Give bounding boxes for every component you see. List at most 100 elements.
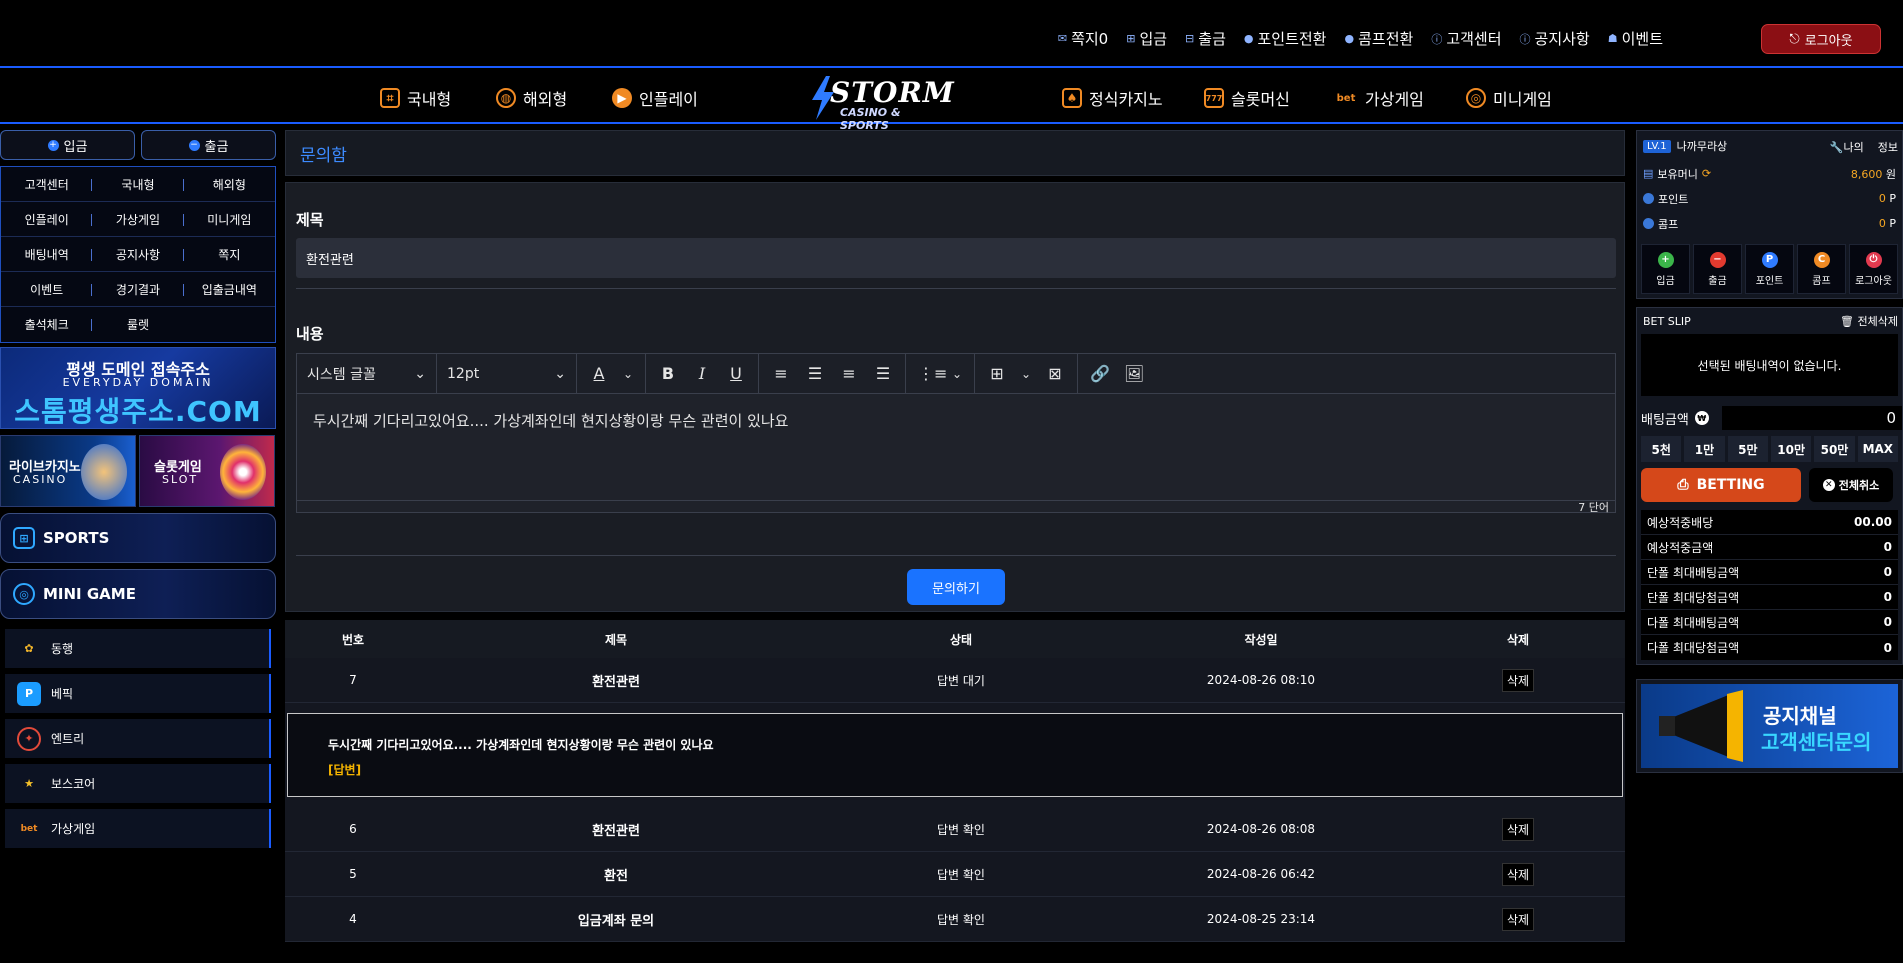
chevron-down-icon[interactable]: ⌄: [623, 367, 633, 381]
quick-link[interactable]: 이벤트: [1, 272, 93, 307]
bold-icon[interactable]: B: [658, 364, 678, 383]
top-link-notice[interactable]: ⓘ 공지사항: [1520, 28, 1590, 49]
align-left-icon[interactable]: ☰: [805, 364, 825, 383]
ext-link-boscore[interactable]: ★ 보스코어: [5, 764, 271, 803]
image-icon[interactable]: 🖼: [1124, 364, 1144, 383]
chip-button[interactable]: 1만: [1684, 436, 1725, 462]
table-row[interactable]: 4 입금계좌 문의 답변 확인 2024-08-25 23:14 삭제: [285, 897, 1625, 942]
quick-link[interactable]: 쪽지: [183, 237, 275, 272]
rich-text-editor: 시스템 글꼴 ⌄ 12pt ⌄ A ⌄ B I U ≡ ☰ ≡ ☰ ⋮≡ ⌄ ⊞…: [296, 353, 1616, 514]
nav-slot[interactable]: 777 슬롯머신: [1204, 86, 1290, 110]
row-title[interactable]: 환전: [421, 865, 811, 884]
storm-logo[interactable]: STORM CASINO & SPORTS: [808, 76, 954, 132]
delete-button[interactable]: 삭제: [1501, 907, 1535, 931]
top-link-support[interactable]: ⓘ 고객센터: [1431, 28, 1501, 49]
delete-button[interactable]: 삭제: [1501, 668, 1535, 692]
chip-button[interactable]: MAX: [1857, 436, 1898, 462]
slot-banner[interactable]: 슬롯게임 SLOT: [139, 435, 275, 507]
header-title: 제목: [604, 632, 628, 647]
table-row[interactable]: 5 환전 답변 확인 2024-08-26 06:42 삭제: [285, 852, 1625, 897]
format-group: B I U: [646, 353, 759, 394]
casino-banner[interactable]: 라이브카지노 CASINO: [0, 435, 136, 507]
align-right-icon[interactable]: ☰: [873, 364, 893, 383]
quick-link[interactable]: 고객센터: [1, 167, 93, 202]
betting-button[interactable]: ⎙ BETTING: [1641, 468, 1801, 502]
top-link-comp-convert[interactable]: ● 콤프전환: [1345, 28, 1414, 49]
logout-button[interactable]: ⎋ 로그아웃: [1761, 24, 1881, 54]
quick-withdraw-button[interactable]: − 출금: [1693, 244, 1742, 294]
italic-icon[interactable]: I: [692, 364, 712, 383]
domain-banner[interactable]: 평생 도메인 접속주소 EVERYDAY DOMAIN 스톰평생주소.COM: [0, 347, 276, 429]
chip-button[interactable]: 5만: [1727, 436, 1768, 462]
bet-amount-input[interactable]: 0: [1722, 406, 1902, 430]
font-size-select[interactable]: 12pt ⌄: [437, 353, 577, 394]
align-center-icon[interactable]: ≡: [839, 364, 859, 383]
refresh-icon[interactable]: ⟳: [1702, 167, 1711, 180]
quick-deposit-button[interactable]: + 입금: [1641, 244, 1690, 294]
ordered-list-icon[interactable]: ⋮≡: [918, 364, 947, 383]
quick-link[interactable]: 공지사항: [92, 237, 184, 272]
submit-inquiry-button[interactable]: 문의하기: [907, 569, 1005, 605]
cancel-all-button[interactable]: ✕ 전체취소: [1809, 468, 1893, 502]
quick-link[interactable]: 해외형: [183, 167, 275, 202]
quick-link[interactable]: 가상게임: [92, 202, 184, 237]
quick-link[interactable]: 미니게임: [183, 202, 275, 237]
top-link-withdraw[interactable]: ⊟ 출금: [1185, 28, 1226, 49]
quick-point-button[interactable]: P 포인트: [1745, 244, 1794, 294]
quick-link[interactable]: 배팅내역: [1, 237, 93, 272]
text-color-icon[interactable]: A: [589, 364, 609, 383]
nav-inplay[interactable]: ▶ 인플레이: [612, 86, 698, 110]
subject-input[interactable]: [296, 238, 1616, 278]
link-icon[interactable]: 🔗: [1090, 364, 1110, 383]
right-sidebar: LV.1 나까무라상 🔧나의 정보 ▤ 보유머니 ⟳ 8,600 원 포인트 0 P …: [1636, 130, 1903, 963]
ext-link-virtual[interactable]: bet 가상게임: [5, 809, 271, 848]
quick-comp-button[interactable]: C 콤프: [1797, 244, 1846, 294]
top-link-event[interactable]: ☗ 이벤트: [1608, 28, 1663, 49]
row-date: 2024-08-26 06:42: [1206, 867, 1316, 881]
quick-logout-button[interactable]: ⏻ 로그아웃: [1849, 244, 1898, 294]
clear-format-icon[interactable]: ⊠: [1045, 364, 1065, 383]
top-link-message[interactable]: ✉ 쪽지0: [1058, 28, 1108, 49]
align-justify-icon[interactable]: ≡: [771, 364, 791, 383]
my-info-link[interactable]: 🔧나의 정보: [1830, 139, 1898, 155]
chip-button[interactable]: 50만: [1814, 436, 1855, 462]
nav-overseas[interactable]: ◍ 해외형: [496, 86, 567, 110]
row-title[interactable]: 환전관련: [421, 671, 811, 690]
top-link-deposit[interactable]: ⊞ 입금: [1126, 28, 1167, 49]
ext-link-bepick[interactable]: P 베픽: [5, 674, 271, 713]
quick-link[interactable]: 인플레이: [1, 202, 93, 237]
editor-content[interactable]: 두시간째 기다리고있어요.... 가상계좌인데 현지상황이랑 무슨 관련이 있나…: [297, 394, 1615, 500]
quick-link[interactable]: 입출금내역: [183, 272, 275, 307]
underline-icon[interactable]: U: [726, 364, 746, 383]
left-deposit-button[interactable]: + 입금: [0, 130, 135, 160]
quick-link[interactable]: 룰렛: [92, 307, 183, 342]
notice-channel-banner[interactable]: 공지채널 고객센터문의: [1636, 679, 1903, 773]
ext-link-entry[interactable]: ✦ 엔트리: [5, 719, 271, 758]
quick-link[interactable]: 출석체크: [1, 307, 93, 342]
table-icon[interactable]: ⊞: [987, 364, 1007, 383]
table-row[interactable]: 6 환전관련 답변 확인 2024-08-26 08:08 삭제: [285, 807, 1625, 852]
quick-link[interactable]: 경기결과: [92, 272, 184, 307]
nav-domestic[interactable]: ⌗ 국내형: [380, 86, 451, 110]
sports-category-button[interactable]: ⊞ SPORTS: [0, 513, 276, 563]
ext-link-donghaeng[interactable]: ✿ 동행: [5, 629, 271, 668]
nav-virtual[interactable]: bet 가상게임: [1334, 86, 1424, 110]
delete-button[interactable]: 삭제: [1501, 817, 1535, 841]
left-withdraw-button[interactable]: − 출금: [141, 130, 276, 160]
nav-casino[interactable]: ♠ 정식카지노: [1062, 86, 1163, 110]
table-row[interactable]: 7 환전관련 답변 대기 2024-08-26 08:10 삭제: [285, 658, 1625, 703]
top-link-point-convert[interactable]: ● 포인트전환: [1244, 28, 1327, 49]
chevron-down-icon[interactable]: ⌄: [952, 367, 962, 381]
delete-button[interactable]: 삭제: [1501, 862, 1535, 886]
row-title[interactable]: 환전관련: [421, 820, 811, 839]
row-title[interactable]: 입금계좌 문의: [421, 910, 811, 929]
quick-link[interactable]: 국내형: [92, 167, 184, 202]
font-family-select[interactable]: 시스템 글꼴 ⌄: [297, 353, 437, 394]
chip-button[interactable]: 10만: [1770, 436, 1812, 462]
chevron-down-icon[interactable]: ⌄: [1021, 367, 1031, 381]
nav-minigame[interactable]: ◎ 미니게임: [1466, 86, 1552, 110]
minigame-category-button[interactable]: ◎ MINI GAME: [0, 569, 276, 619]
delete-all-button[interactable]: 🗑 전체삭제: [1840, 313, 1898, 329]
stat-row: 다폴 최대배팅금액 0: [1641, 610, 1898, 635]
chip-button[interactable]: 5천: [1641, 436, 1682, 462]
